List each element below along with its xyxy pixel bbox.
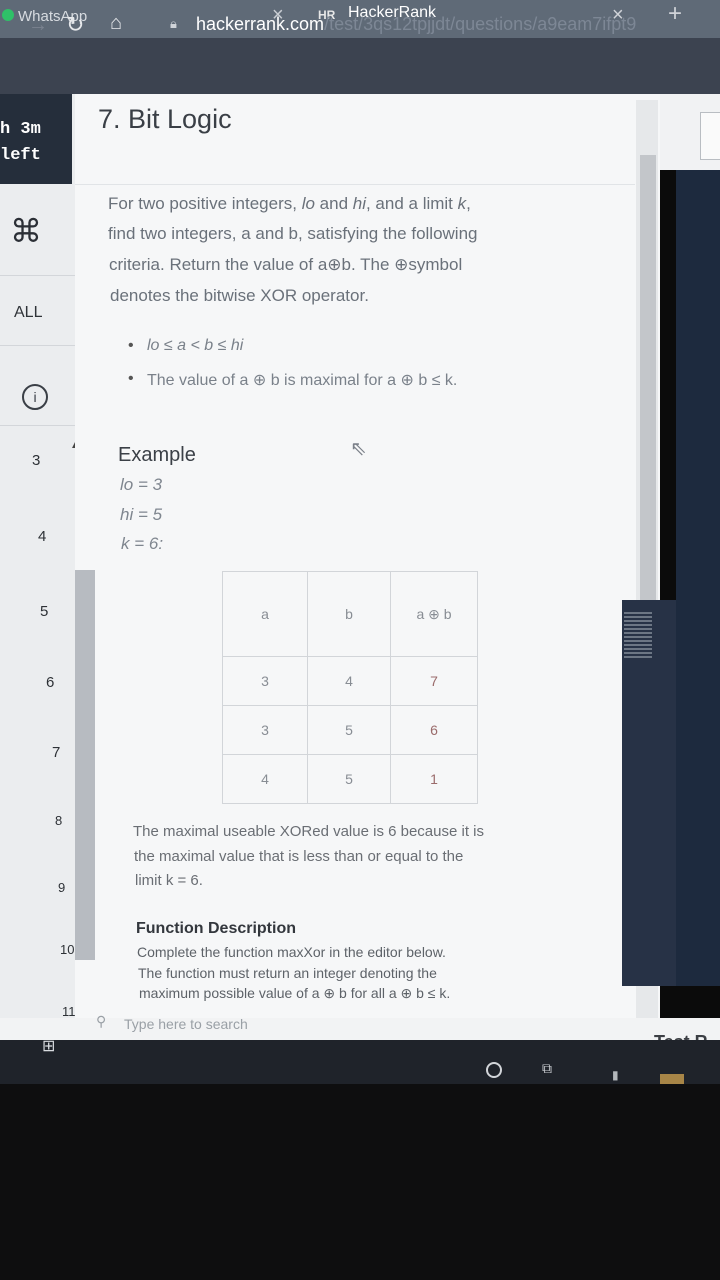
constraint-item: The value of a ⊕ b is maximal for a ⊕ b … <box>147 372 458 389</box>
explanation-line: limit k = 6. <box>135 872 203 889</box>
table-header-cell: a <box>222 571 308 657</box>
resize-handle[interactable] <box>624 612 652 658</box>
code-editor[interactable] <box>676 170 720 986</box>
explanation-line: The maximal useable XORed value is 6 bec… <box>133 823 485 840</box>
sidebar-item-question-4[interactable]: 4 <box>38 528 46 545</box>
table-cell: 3 <box>222 705 308 755</box>
new-tab-icon[interactable]: + <box>668 0 682 28</box>
example-table: a b a ⊕ b 3 4 7 3 5 6 4 5 1 <box>222 571 478 804</box>
example-value: lo = 3 <box>120 475 163 494</box>
taskbar-search-input[interactable]: Type here to search <box>124 1016 248 1032</box>
table-header-row: a b a ⊕ b <box>222 571 478 657</box>
problem-statement-line: denotes the bitwise XOR operator. <box>110 286 369 305</box>
time-left-label: left <box>0 146 41 165</box>
table-header-cell: a ⊕ b <box>390 571 478 657</box>
address-bar <box>0 38 720 94</box>
function-description-line: Complete the function maxXor in the edit… <box>137 944 446 960</box>
sidebar-item-question-3[interactable]: 3 <box>32 452 40 469</box>
scrollbar-thumb[interactable] <box>640 155 656 610</box>
search-icon[interactable]: ⚲ <box>96 1013 106 1030</box>
bullet-dot: • <box>128 370 134 387</box>
sidebar-item-question-7[interactable]: 7 <box>52 744 60 761</box>
function-description-heading: Function Description <box>136 920 296 937</box>
table-cell: 7 <box>390 656 478 706</box>
monitor-bezel <box>0 1084 720 1280</box>
sidebar-divider <box>0 345 75 346</box>
sidebar-item-question-6[interactable]: 6 <box>46 674 54 691</box>
explanation-line: the maximal value that is less than or e… <box>134 848 464 865</box>
cortana-icon[interactable] <box>486 1062 502 1078</box>
info-icon[interactable]: i <box>22 384 48 410</box>
sidebar-item-question-5[interactable]: 5 <box>40 603 48 620</box>
mouse-cursor-icon: ⇖ <box>350 438 367 460</box>
function-description-line: The function must return an integer deno… <box>138 965 437 981</box>
table-header-cell: b <box>307 571 391 657</box>
editor-toolbar-button[interactable] <box>700 112 720 160</box>
windows-start-icon[interactable]: ⊞ <box>42 1036 55 1056</box>
command-icon[interactable]: ⌘ <box>10 212 42 250</box>
url-field[interactable]: hackerrank.com/test/3qs12tpjjdt/question… <box>196 14 636 35</box>
active-question-indicator <box>75 570 95 960</box>
table-cell: 4 <box>222 754 308 804</box>
function-description-line: maximum possible value of a ⊕ b for all … <box>139 985 451 1001</box>
problem-statement-line: For two positive integers, lo and hi, an… <box>108 194 471 213</box>
table-row: 3 4 7 <box>222 656 478 706</box>
title-divider <box>75 184 635 185</box>
example-heading: Example <box>118 444 196 466</box>
table-cell: 4 <box>307 656 391 706</box>
table-cell: 6 <box>390 705 478 755</box>
table-cell: 5 <box>307 705 391 755</box>
all-questions-button[interactable]: ALL <box>14 304 42 322</box>
problem-statement-line: find two integers, a and b, satisfying t… <box>108 224 478 243</box>
sidebar-item-question-8[interactable]: 8 <box>55 813 62 828</box>
reload-icon[interactable]: ↻ <box>66 12 84 38</box>
sidebar-item-question-11[interactable]: 11 <box>62 1004 76 1019</box>
forward-icon[interactable]: → <box>28 14 48 37</box>
sidebar-divider <box>0 425 75 426</box>
problem-statement-line: criteria. Return the value of a⊕b. The ⊕… <box>109 255 463 274</box>
url-host: hackerrank.com <box>196 14 325 34</box>
table-cell: 1 <box>390 754 478 804</box>
url-path: /test/3qs12tpjjdt/questions/a9eam7ifpt9 <box>324 14 637 34</box>
sidebar-item-question-9[interactable]: 9 <box>58 880 65 895</box>
constraint-item: lo ≤ a < b ≤ hi <box>147 337 244 354</box>
table-cell: 5 <box>307 754 391 804</box>
sidebar-item-question-10[interactable]: 10 <box>60 942 74 957</box>
bullet-dot: • <box>128 337 134 354</box>
store-icon[interactable]: ▮ <box>612 1068 619 1082</box>
page-title: 7. Bit Logic <box>98 104 232 134</box>
sidebar-divider <box>0 275 75 276</box>
example-value: k = 6: <box>121 534 164 553</box>
table-row: 3 5 6 <box>222 705 478 755</box>
table-cell: 3 <box>222 656 308 706</box>
time-left-value: h 3m <box>0 120 41 139</box>
whatsapp-icon[interactable] <box>2 9 14 21</box>
task-view-icon[interactable]: ⧉ <box>542 1060 552 1077</box>
table-row: 4 5 1 <box>222 754 478 804</box>
home-icon[interactable]: ⌂ <box>110 12 122 35</box>
time-left-badge <box>0 94 72 184</box>
example-value: hi = 5 <box>120 505 163 524</box>
panel-footer <box>0 1018 720 1040</box>
lock-icon: 🔒︎ <box>170 16 177 31</box>
